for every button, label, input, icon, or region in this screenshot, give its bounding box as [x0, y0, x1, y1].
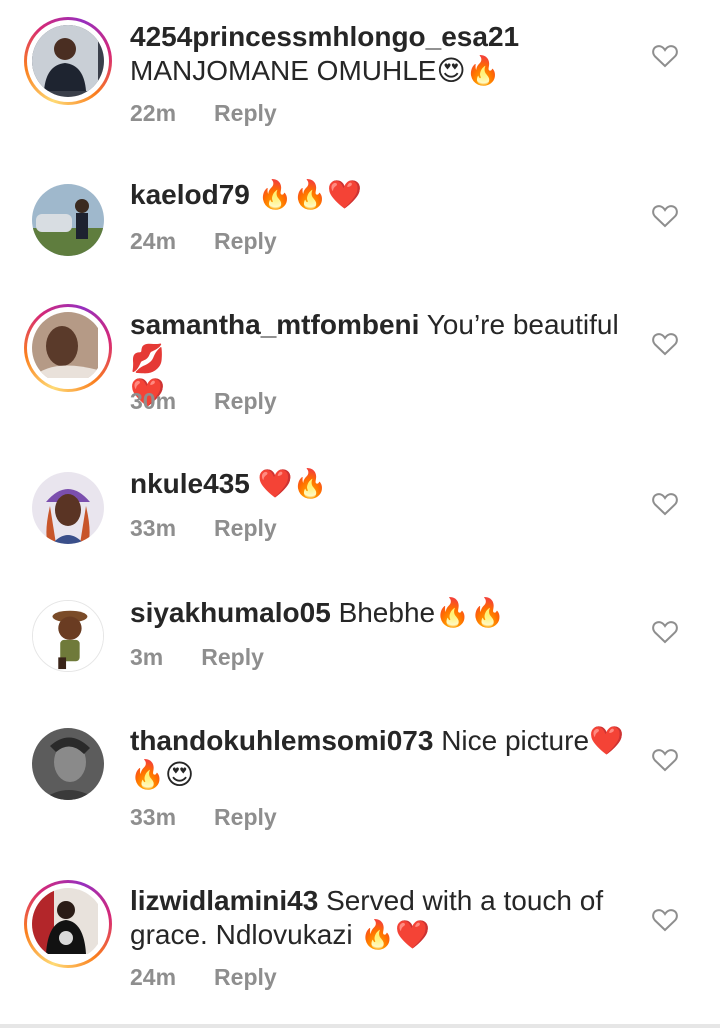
like-heart-icon[interactable]	[652, 204, 678, 228]
avatar[interactable]	[24, 880, 112, 968]
comment-meta: 3m Reply	[130, 644, 264, 671]
comment-time: 24m	[130, 228, 177, 254]
comment-text: thandokuhlemsomi073 Nice picture❤️ 🔥😍	[130, 724, 630, 792]
profile-photo	[32, 25, 98, 91]
comment-username[interactable]: kaelod79	[130, 179, 250, 210]
reply-button[interactable]: Reply	[214, 515, 277, 541]
profile-photo	[32, 312, 98, 378]
like-heart-icon[interactable]	[652, 748, 678, 772]
like-heart-icon[interactable]	[652, 44, 678, 68]
comment-meta: 24m Reply	[130, 228, 277, 255]
comment-emoji: 🔥😍	[130, 758, 195, 791]
comment-username[interactable]: 4254princessmhlongo_esa21	[130, 21, 519, 52]
like-heart-icon[interactable]	[652, 332, 678, 356]
reply-button[interactable]: Reply	[214, 804, 277, 830]
comment-text: siyakhumalo05 Bhebhe🔥🔥	[130, 596, 630, 630]
profile-photo	[32, 888, 98, 954]
comment-body: Bhebhe	[338, 597, 436, 628]
reply-button[interactable]: Reply	[214, 388, 277, 414]
comment-time: 30m	[130, 388, 177, 414]
comment-emoji: ❤️🔥	[257, 467, 328, 500]
comment-time: 33m	[130, 804, 177, 830]
comment-username[interactable]: siyakhumalo05	[130, 597, 331, 628]
comment-time: 33m	[130, 515, 177, 541]
profile-photo	[32, 728, 104, 800]
divider	[0, 1024, 720, 1028]
avatar[interactable]	[24, 592, 112, 680]
profile-photo	[33, 601, 103, 671]
comment-body-line2: grace. Ndlovukazi	[130, 919, 353, 950]
avatar[interactable]	[24, 304, 112, 392]
comment-time: 24m	[130, 964, 177, 990]
comment-username[interactable]: thandokuhlemsomi073	[130, 725, 433, 756]
comment-text: 4254princessmhlongo_esa21 MANJOMANE OMUH…	[130, 20, 630, 88]
comment-username[interactable]: nkule435	[130, 468, 250, 499]
comment-body: Served with a touch of	[326, 885, 604, 916]
comment-meta: 33m Reply	[130, 804, 277, 831]
comment-time: 3m	[130, 644, 164, 670]
reply-button[interactable]: Reply	[214, 964, 277, 990]
reply-button[interactable]: Reply	[214, 100, 277, 126]
comment-text: lizwidlamini43 Served with a touch of gr…	[130, 884, 630, 952]
comment-text: kaelod79 🔥🔥❤️	[130, 178, 630, 212]
comment-emoji: 🔥🔥❤️	[257, 178, 363, 211]
comment-meta: 22m Reply	[130, 100, 277, 127]
profile-photo	[32, 184, 104, 256]
comment-emoji: 🔥❤️	[360, 918, 431, 951]
like-heart-icon[interactable]	[652, 620, 678, 644]
like-heart-icon[interactable]	[652, 908, 678, 932]
comment-body: Nice picture	[441, 725, 590, 756]
comment-meta: 30m Reply	[130, 388, 277, 415]
reply-button[interactable]: Reply	[201, 644, 264, 670]
comment-username[interactable]: samantha_mtfombeni	[130, 309, 419, 340]
comment-username[interactable]: lizwidlamini43	[130, 885, 318, 916]
comment-time: 22m	[130, 100, 177, 126]
comment-body: MANJOMANE OMUHLE	[130, 55, 437, 86]
like-heart-icon[interactable]	[652, 492, 678, 516]
profile-photo	[32, 472, 104, 544]
avatar[interactable]	[24, 464, 112, 552]
comment-meta: 24m Reply	[130, 964, 277, 991]
comment-emoji-inline: ❤️	[589, 724, 624, 757]
comment-meta: 33m Reply	[130, 515, 277, 542]
avatar[interactable]	[24, 17, 112, 105]
comment-emoji: 😍🔥	[436, 54, 501, 87]
avatar[interactable]	[24, 720, 112, 808]
comment-emoji: 🔥🔥	[435, 596, 505, 629]
avatar[interactable]	[24, 176, 112, 264]
reply-button[interactable]: Reply	[214, 228, 277, 254]
comment-text: nkule435 ❤️🔥	[130, 467, 630, 501]
